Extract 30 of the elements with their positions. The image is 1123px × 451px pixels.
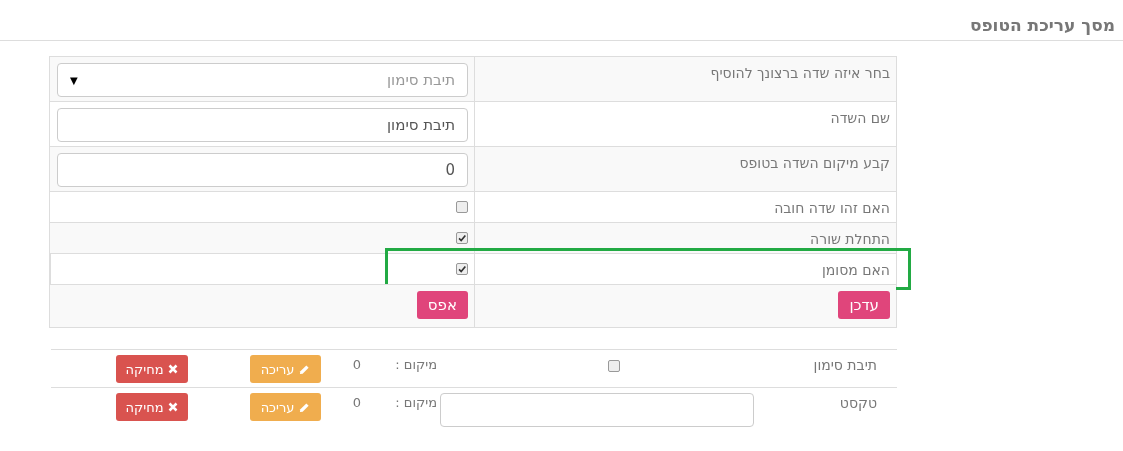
input-field[interactable]: תיבת סימון — [57, 108, 468, 142]
input-field[interactable]: 0 — [57, 153, 468, 187]
caret-icon: ▼ — [70, 74, 78, 86]
field-name: תיבת סימון — [813, 357, 877, 373]
checkbox[interactable] — [456, 263, 468, 275]
position-value: 0 — [352, 395, 362, 410]
pencil-icon — [299, 363, 311, 375]
position-label: מיקום : — [395, 395, 437, 410]
pencil-icon — [299, 401, 311, 413]
update-button[interactable]: עדכן — [838, 291, 890, 319]
close-icon — [168, 364, 179, 374]
reset-button[interactable]: אפס — [416, 291, 468, 319]
field-type-select[interactable]: תיבת סימון ▼ — [57, 63, 468, 97]
field-label: קבע מיקום השדה בטופס — [739, 155, 890, 171]
delete-button[interactable]: מחיקה — [116, 355, 188, 383]
field-label: התחלת שורה — [810, 231, 890, 247]
checkbox[interactable] — [456, 232, 468, 244]
position-label: מיקום : — [395, 357, 437, 372]
position-value: 0 — [352, 357, 362, 372]
close-icon — [168, 402, 179, 412]
field-label: האם מסומן — [822, 262, 890, 278]
checkbox[interactable] — [608, 360, 620, 372]
input-field[interactable] — [440, 393, 754, 427]
field-label: בחר איזה שדה ברצונך להוסיף — [710, 65, 890, 81]
field-name: טקסט — [839, 395, 877, 411]
checkbox[interactable] — [456, 201, 468, 213]
page-title: מסך עריכת הטופס — [968, 14, 1116, 37]
field-label: האם זהו שדה חובה — [774, 200, 890, 216]
field-label: שם השדה — [830, 110, 890, 126]
delete-button[interactable]: מחיקה — [116, 393, 188, 421]
